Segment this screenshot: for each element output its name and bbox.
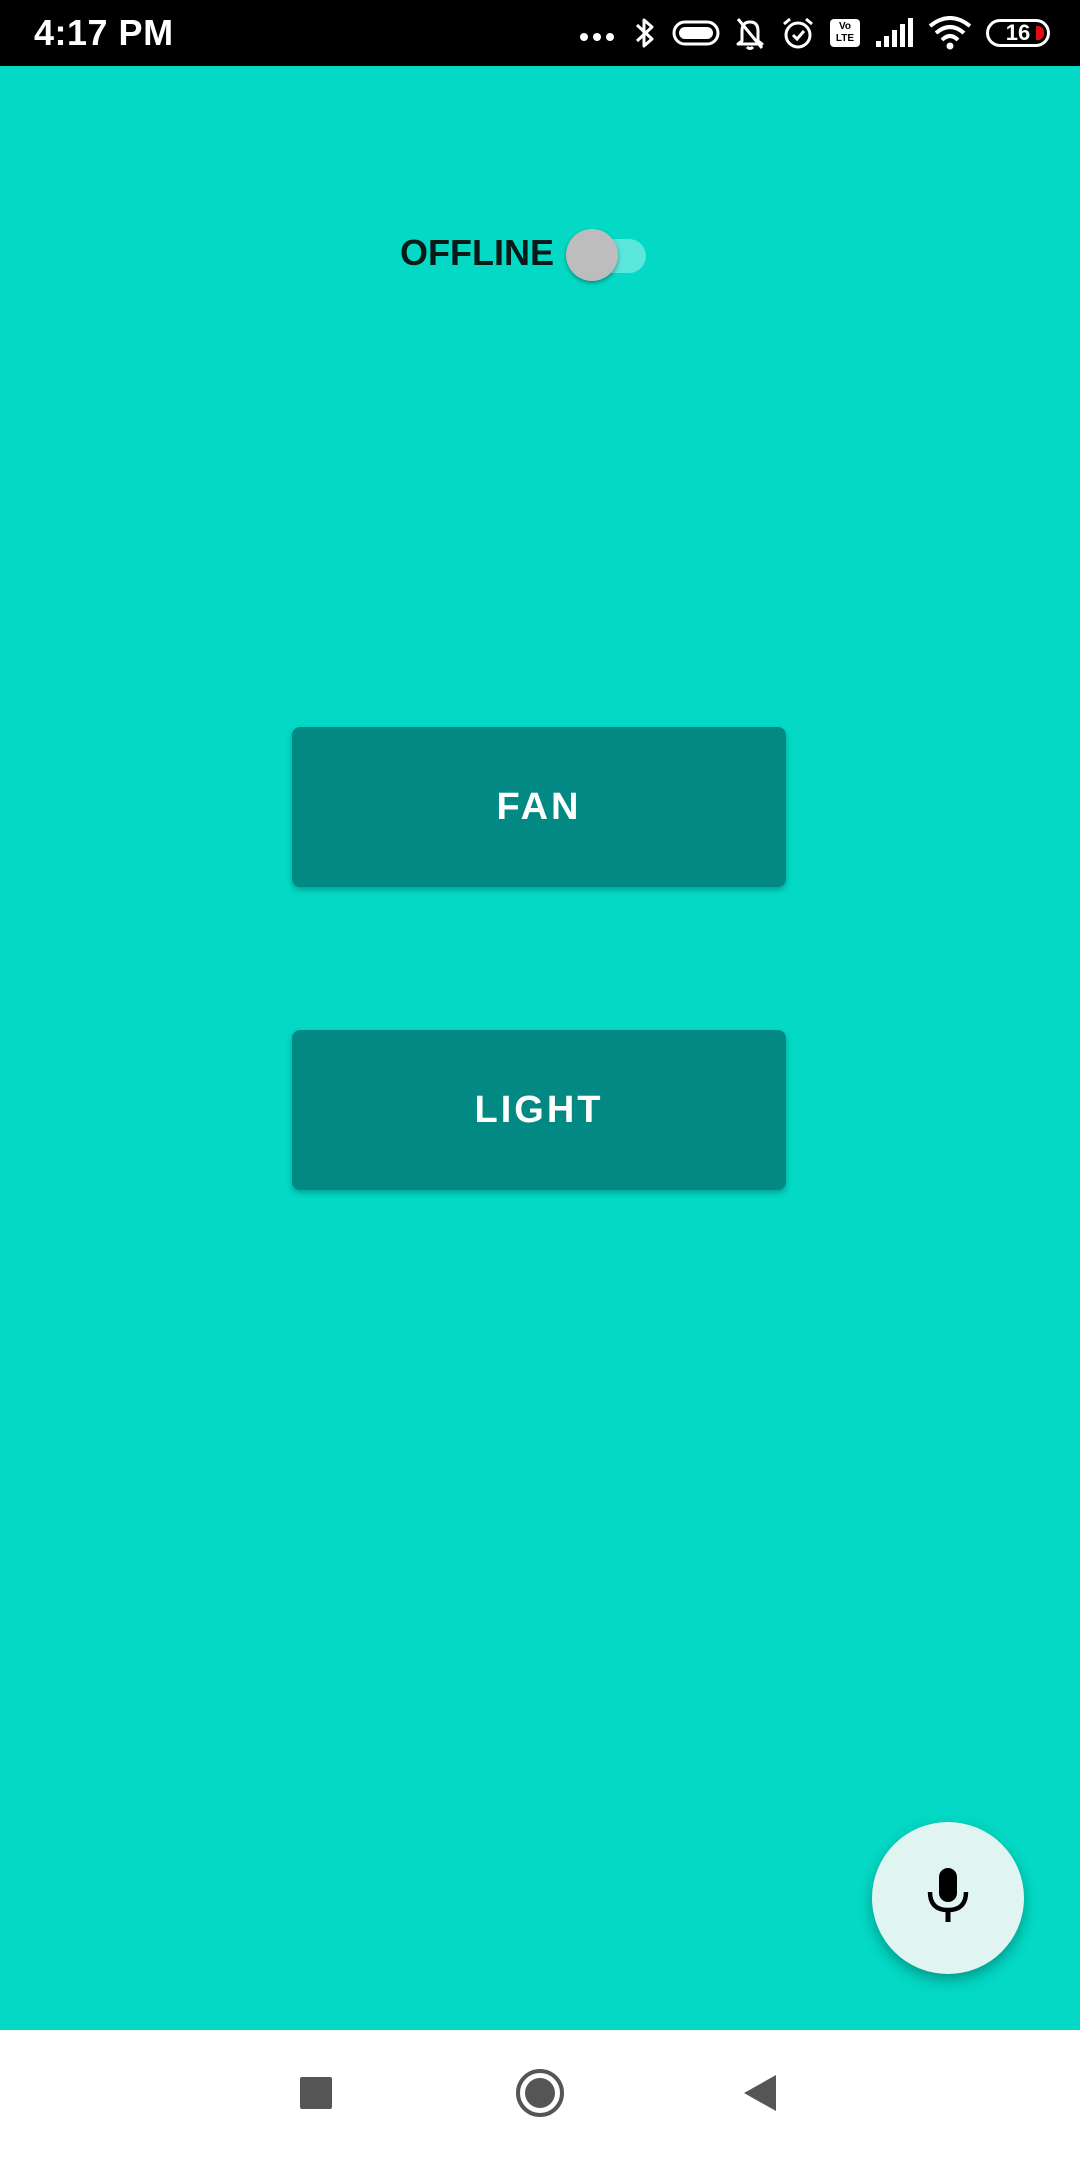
more-dots-icon [578, 23, 618, 43]
back-triangle-icon [742, 2073, 778, 2118]
app-screen: 4:17 PM Vo LTE 16 OFFLINE FAN LIGHT [0, 0, 1080, 2160]
signal-icon [874, 17, 914, 49]
battery-icon: 16 [986, 19, 1050, 47]
status-icons: Vo LTE 16 [578, 10, 1050, 56]
status-bar: 4:17 PM Vo LTE 16 [0, 0, 1080, 66]
offline-toggle-row: OFFLINE [400, 222, 652, 284]
home-button[interactable] [510, 2065, 570, 2125]
status-time: 4:17 PM [34, 12, 174, 53]
volte-top-text: Vo [838, 21, 852, 32]
volte-bottom-text: LTE [835, 33, 855, 44]
alarm-icon [780, 15, 816, 51]
volte-icon: Vo LTE [830, 19, 860, 47]
back-button[interactable] [730, 2065, 790, 2125]
light-button[interactable]: LIGHT [292, 1030, 786, 1190]
battery-low-indicator [1036, 26, 1044, 40]
bell-off-icon [734, 15, 766, 51]
battery-level: 16 [1005, 20, 1031, 45]
voice-command-fab[interactable] [872, 1822, 1024, 1974]
recents-button[interactable] [286, 2065, 346, 2125]
offline-switch[interactable] [564, 225, 652, 281]
offline-label: OFFLINE [400, 232, 554, 273]
toggle-pill-icon [672, 19, 720, 47]
recents-square-icon [299, 2076, 333, 2115]
home-circle-icon [514, 2067, 566, 2124]
bluetooth-icon [632, 15, 658, 51]
wifi-icon [928, 16, 972, 50]
microphone-icon [924, 1866, 972, 1931]
fan-button[interactable]: FAN [292, 727, 786, 887]
switch-thumb[interactable] [565, 229, 618, 281]
system-nav-bar [0, 2030, 1080, 2160]
